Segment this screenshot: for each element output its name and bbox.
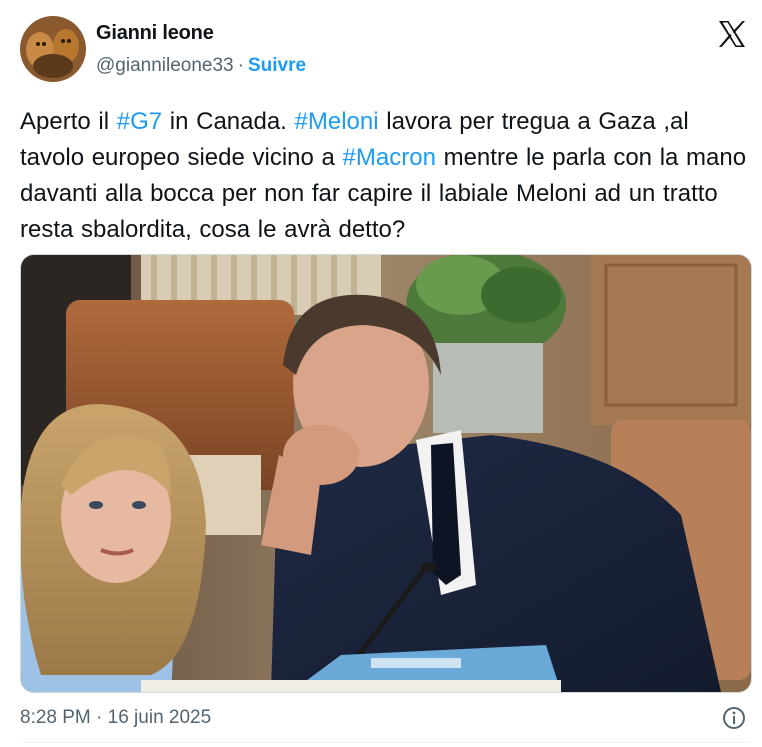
x-logo-icon[interactable]: [716, 18, 748, 50]
text-segment: Aperto il: [20, 108, 117, 135]
tweet-card: Gianni leone @giannileone33 · Suivre Apert…: [0, 0, 762, 747]
hashtag-macron[interactable]: #Macron: [343, 144, 436, 171]
hashtag-meloni[interactable]: #Meloni: [295, 108, 379, 135]
author-display-name[interactable]: Gianni leone: [96, 22, 214, 45]
photo-illustration: [21, 255, 751, 692]
author-handle-row: @giannileone33 · Suivre: [96, 55, 306, 77]
tweet-text: Aperto il #G7 in Canada. #Meloni lavora …: [20, 104, 755, 248]
separator-dot: ·: [237, 55, 244, 76]
tweet-timestamp[interactable]: 8:28 PM · 16 juin 2025: [20, 707, 211, 729]
profile-avatar-icon: [20, 16, 86, 82]
follow-button[interactable]: Suivre: [248, 55, 306, 76]
hashtag-g7[interactable]: #G7: [117, 108, 162, 135]
author-handle[interactable]: @giannileone33: [96, 55, 234, 76]
divider: [20, 742, 750, 743]
info-icon[interactable]: [722, 706, 746, 730]
author-avatar[interactable]: [20, 16, 86, 82]
tweet-photo[interactable]: [20, 254, 752, 693]
text-segment: in Canada.: [162, 108, 295, 135]
